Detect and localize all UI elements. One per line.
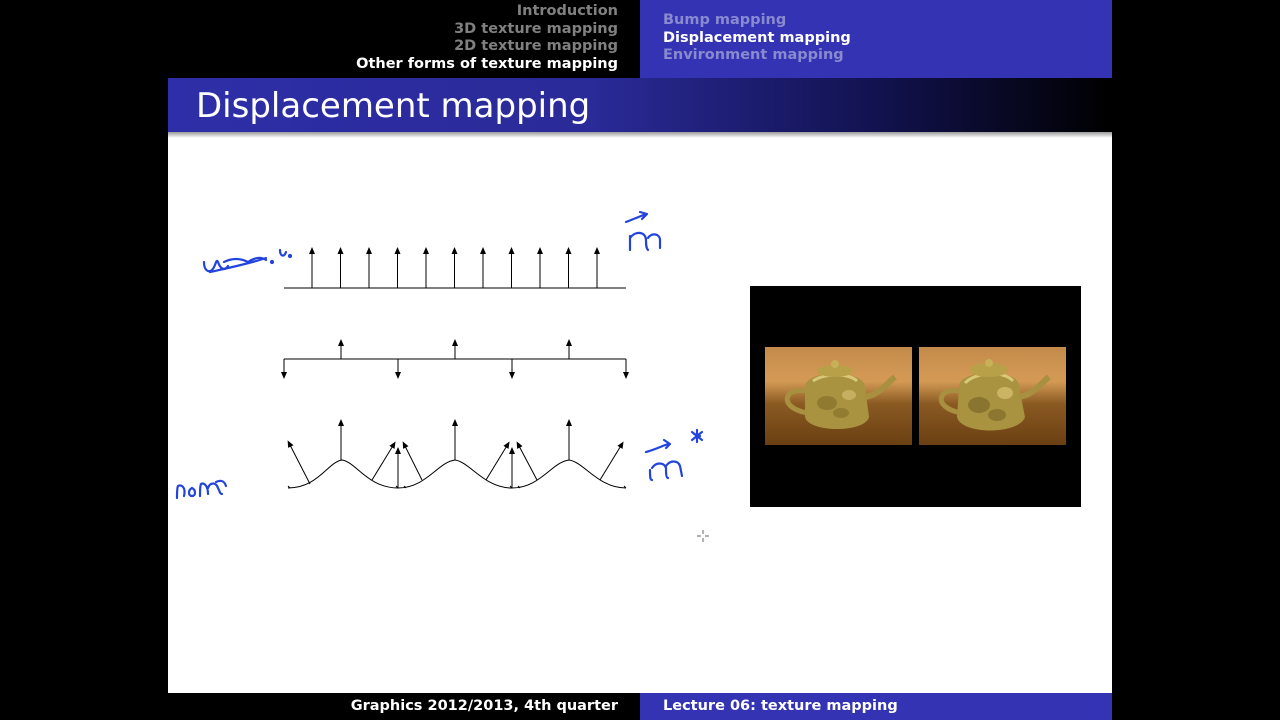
footer-left: Graphics 2012/2013, 4th quarter — [168, 693, 640, 720]
flat-surface-normals — [284, 247, 626, 289]
slide: Introduction 3D texture mapping 2D textu… — [168, 0, 1112, 720]
normal-arrow-slope-right — [485, 441, 510, 481]
teapot-render-image — [750, 286, 1081, 507]
crosshair-cursor-icon — [697, 530, 709, 542]
handwritten-annotations — [175, 210, 704, 500]
normal-vector-n-label — [624, 210, 662, 252]
teapot-bump-mapped-image — [765, 347, 912, 445]
footer-course: Graphics 2012/2013, 4th quarter — [350, 698, 618, 714]
teapot-displacement-mapped-image — [919, 347, 1066, 445]
normal-arrow-slope-left — [516, 441, 538, 481]
normal-vector-n-star-label — [644, 428, 704, 482]
displacement-offsets — [281, 339, 629, 379]
displaced-surface-normals — [287, 419, 627, 489]
normal-arrow-slope-left — [402, 441, 423, 481]
normal-arrow-slope-right — [599, 441, 624, 481]
normal-arrow-slope-right — [371, 441, 396, 481]
scribble-word-nom — [175, 479, 228, 500]
normal-arrow-slope-left — [287, 440, 311, 485]
footer-lecture: Lecture 06: texture mapping — [663, 698, 898, 714]
footer-right: Lecture 06: texture mapping — [640, 693, 1112, 720]
